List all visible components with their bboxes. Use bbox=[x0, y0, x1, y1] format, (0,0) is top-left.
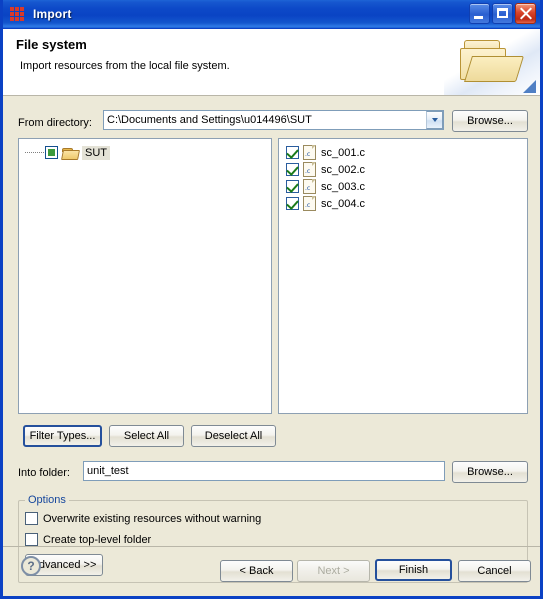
tree-item-label: SUT bbox=[82, 145, 110, 160]
c-file-ext: .c bbox=[305, 202, 311, 209]
grid-icon bbox=[10, 6, 26, 22]
destination-browse-button[interactable]: Browse... bbox=[452, 461, 528, 483]
create-top-level-option-row[interactable]: Create top-level folder bbox=[25, 533, 151, 546]
list-item[interactable]: .c sc_001.c bbox=[286, 144, 365, 161]
c-file-icon: .c bbox=[303, 145, 316, 160]
maximize-button[interactable] bbox=[492, 3, 513, 24]
file-list-panel[interactable]: .c sc_001.c .c sc_002.c .c sc_003.c .c s… bbox=[278, 138, 528, 414]
help-icon[interactable]: ? bbox=[21, 556, 41, 576]
page-description: Import resources from the local file sys… bbox=[20, 60, 230, 72]
file-name: sc_004.c bbox=[321, 197, 366, 210]
create-top-level-checkbox[interactable] bbox=[25, 533, 38, 546]
tree-connector-icon bbox=[25, 151, 44, 154]
cancel-button[interactable]: Cancel bbox=[458, 560, 531, 582]
from-directory-input[interactable] bbox=[103, 110, 444, 130]
footer-divider bbox=[3, 546, 540, 547]
list-item[interactable]: .c sc_003.c bbox=[286, 178, 365, 195]
file-checkbox[interactable] bbox=[286, 180, 299, 193]
deselect-all-button[interactable]: Deselect All bbox=[191, 425, 276, 447]
c-file-ext: .c bbox=[305, 168, 311, 175]
options-group-title: Options bbox=[25, 494, 69, 506]
c-file-ext: .c bbox=[305, 185, 311, 192]
overwrite-label: Overwrite existing resources without war… bbox=[43, 512, 262, 525]
list-item[interactable]: .c sc_002.c bbox=[286, 161, 365, 178]
file-checkbox[interactable] bbox=[286, 146, 299, 159]
create-top-level-label: Create top-level folder bbox=[43, 533, 152, 546]
corner-triangle-icon bbox=[523, 80, 536, 93]
dialog-body: From directory: Browse... SUT .c sc_001.… bbox=[3, 96, 540, 583]
overwrite-checkbox[interactable] bbox=[25, 512, 38, 525]
tree-item-sut[interactable]: SUT bbox=[25, 144, 110, 161]
minimize-button[interactable] bbox=[469, 3, 490, 24]
c-file-icon: .c bbox=[303, 179, 316, 194]
back-button[interactable]: < Back bbox=[220, 560, 293, 582]
file-checkbox[interactable] bbox=[286, 163, 299, 176]
from-directory-dropdown-icon[interactable] bbox=[426, 111, 443, 129]
filter-types-button[interactable]: Filter Types... bbox=[23, 425, 102, 447]
finish-button[interactable]: Finish bbox=[375, 559, 452, 581]
source-browse-button[interactable]: Browse... bbox=[452, 110, 528, 132]
folder-tree-panel[interactable]: SUT bbox=[18, 138, 272, 414]
wizard-banner: File system Import resources from the lo… bbox=[3, 29, 540, 96]
overwrite-option-row[interactable]: Overwrite existing resources without war… bbox=[25, 512, 261, 525]
title-bar: Import bbox=[3, 0, 540, 29]
open-folder-icon bbox=[62, 146, 78, 159]
select-all-button[interactable]: Select All bbox=[109, 425, 184, 447]
page-title: File system bbox=[16, 37, 87, 52]
file-name: sc_003.c bbox=[321, 180, 366, 193]
import-dialog-window: Import File system Import resources from… bbox=[0, 0, 543, 599]
file-name: sc_001.c bbox=[321, 146, 366, 159]
window-controls bbox=[469, 3, 536, 24]
c-file-icon: .c bbox=[303, 162, 316, 177]
from-directory-label: From directory: bbox=[18, 117, 92, 129]
into-folder-label: Into folder: bbox=[18, 467, 70, 479]
next-button: Next > bbox=[297, 560, 370, 582]
open-folder-icon bbox=[458, 40, 524, 84]
close-button[interactable] bbox=[515, 3, 536, 24]
file-name: sc_002.c bbox=[321, 163, 366, 176]
file-checkbox[interactable] bbox=[286, 197, 299, 210]
c-file-ext: .c bbox=[305, 151, 311, 158]
window-title: Import bbox=[33, 7, 72, 21]
into-folder-input[interactable] bbox=[83, 461, 445, 481]
list-item[interactable]: .c sc_004.c bbox=[286, 195, 365, 212]
c-file-icon: .c bbox=[303, 196, 316, 211]
tree-item-checkbox[interactable] bbox=[45, 146, 58, 159]
